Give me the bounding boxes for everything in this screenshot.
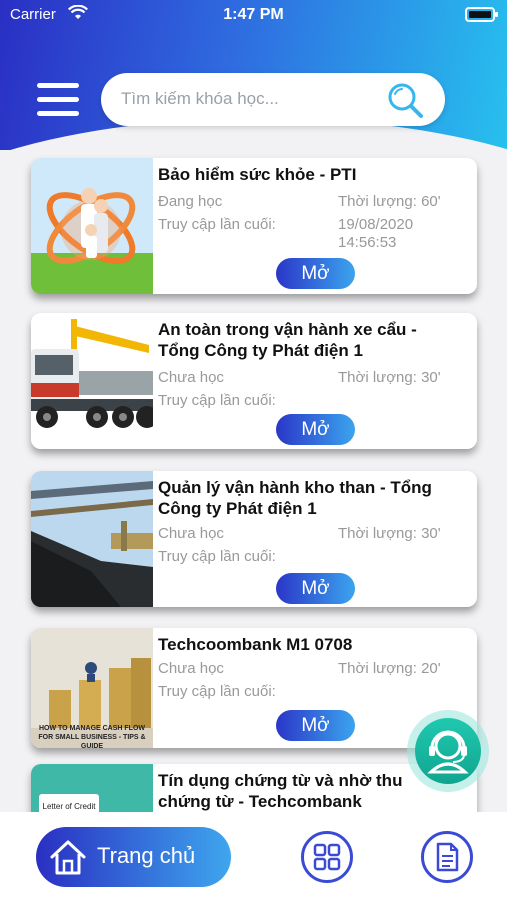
- course-thumbnail: [31, 313, 153, 449]
- categories-tab[interactable]: [301, 831, 353, 883]
- course-duration: Thời lượng: 60': [338, 193, 441, 210]
- course-status: Đang học: [158, 193, 223, 210]
- status-time: 1:47 PM: [223, 6, 284, 23]
- support-button[interactable]: [407, 710, 489, 792]
- grid-icon: [313, 843, 341, 871]
- documents-tab[interactable]: [421, 831, 473, 883]
- status-bar: Carrier 1:47 PM: [0, 0, 507, 30]
- battery-icon: [465, 7, 498, 22]
- menu-bar: [37, 83, 79, 88]
- home-icon: [50, 840, 86, 875]
- course-card[interactable]: HOW TO MANAGE CASH FLOW FOR SMALL BUSINE…: [31, 628, 477, 748]
- search-bar: [101, 73, 445, 126]
- course-duration: Thời lượng: 30': [338, 369, 441, 386]
- last-access-date: 19/08/2020: [338, 216, 414, 233]
- search-icon[interactable]: [385, 80, 425, 120]
- open-button[interactable]: Mở: [276, 258, 355, 289]
- course-duration: Thời lượng: 30': [338, 525, 441, 542]
- course-thumbnail: [31, 158, 153, 294]
- open-button[interactable]: Mở: [276, 710, 355, 741]
- menu-bar: [37, 97, 79, 102]
- open-button[interactable]: Mở: [276, 573, 355, 604]
- course-title: Quản lý vận hành kho than - Tổng Công ty…: [158, 478, 432, 518]
- last-access-time: 14:56:53: [338, 234, 397, 251]
- menu-button[interactable]: [37, 83, 79, 117]
- last-access-label: Truy cập lần cuối:: [158, 392, 276, 409]
- support-button-inner: [415, 718, 481, 784]
- course-thumbnail: [31, 471, 153, 607]
- course-status: Chưa học: [158, 525, 224, 542]
- home-tab[interactable]: Trang chủ: [36, 827, 231, 887]
- course-card[interactable]: An toàn trong vận hành xe cẩu - Tổng Côn…: [31, 313, 477, 449]
- open-button[interactable]: Mở: [276, 414, 355, 445]
- document-icon: [436, 842, 459, 872]
- thumbnail-caption: HOW TO MANAGE CASH FLOW FOR SMALL BUSINE…: [38, 725, 146, 748]
- last-access-label: Truy cập lần cuối:: [158, 216, 276, 233]
- course-card[interactable]: Quản lý vận hành kho than - Tổng Công ty…: [31, 471, 477, 607]
- course-status: Chưa học: [158, 660, 224, 677]
- menu-bar: [37, 111, 79, 116]
- bottom-nav: Trang chủ: [0, 812, 507, 900]
- headset-agent-icon: [427, 730, 469, 774]
- course-title: Bảo hiểm sức khỏe - PTI: [158, 165, 357, 184]
- last-access-label: Truy cập lần cuối:: [158, 548, 276, 565]
- last-access-label: Truy cập lần cuối:: [158, 683, 276, 700]
- course-title: Tín dụng chứng từ và nhờ thu chứng từ - …: [158, 771, 403, 811]
- home-tab-label: Trang chủ: [97, 843, 196, 868]
- course-card[interactable]: Bảo hiểm sức khỏe - PTI Đang học Thời lư…: [31, 158, 477, 294]
- header: Carrier 1:47 PM: [0, 0, 507, 150]
- course-duration: Thời lượng: 20': [338, 660, 441, 677]
- thumbnail-caption: Letter of Credit: [42, 802, 96, 811]
- course-title: An toàn trong vận hành xe cẩu - Tổng Côn…: [158, 320, 417, 360]
- course-title: Techcoombank M1 0708: [158, 635, 353, 654]
- search-input[interactable]: [121, 85, 371, 113]
- course-status: Chưa học: [158, 369, 224, 386]
